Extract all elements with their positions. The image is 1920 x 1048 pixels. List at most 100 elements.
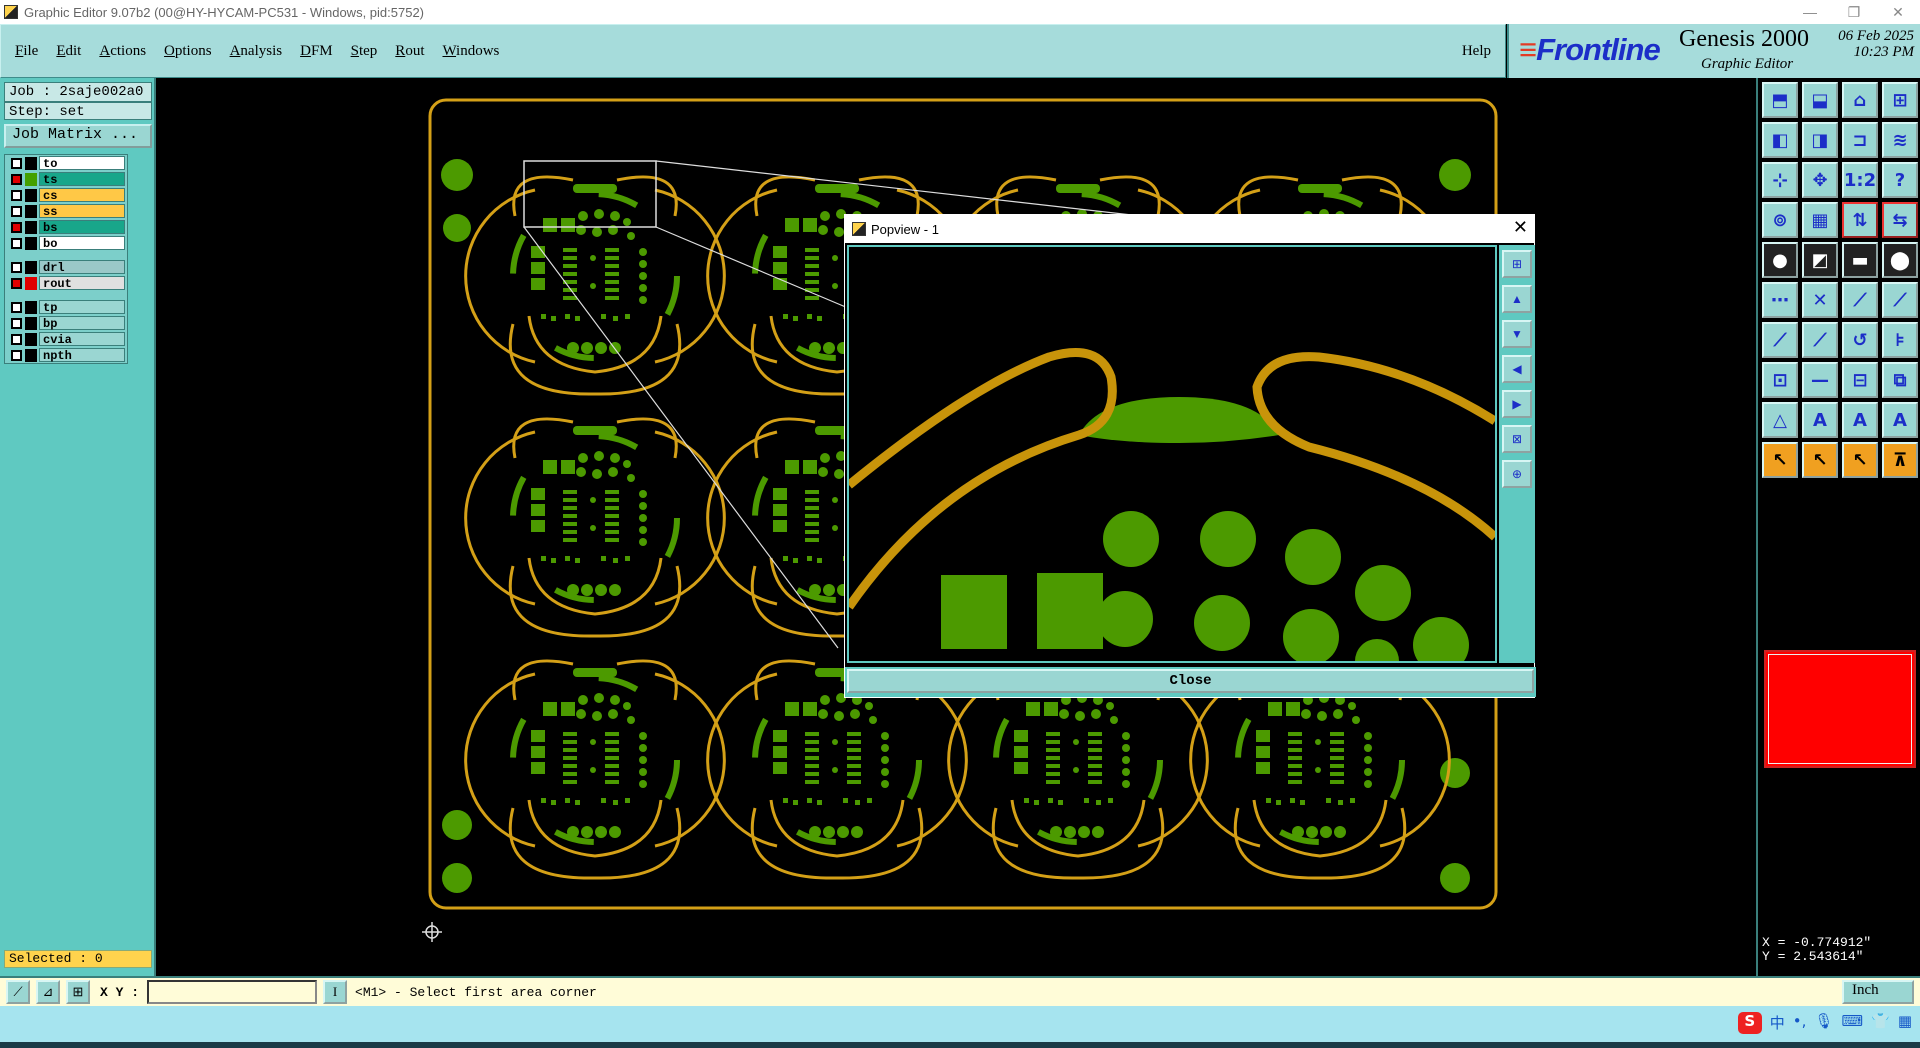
layer-name[interactable]: cs	[39, 188, 125, 203]
tool-pad-icon[interactable]: ●	[1762, 242, 1798, 278]
layer-color-swatch[interactable]	[25, 260, 37, 274]
apps-icon[interactable]: ▦	[1898, 1012, 1912, 1034]
layer-checkbox[interactable]	[11, 277, 22, 289]
unit-selector[interactable]: Inch	[1842, 980, 1914, 1004]
menu-dfm[interactable]: DFM	[300, 43, 333, 60]
layer-name[interactable]: to	[39, 156, 125, 171]
popview-close-button[interactable]: Close	[847, 669, 1534, 693]
tool-pointer4-icon[interactable]: ⊼	[1882, 442, 1918, 478]
minimize-icon[interactable]: —	[1788, 0, 1832, 24]
skin-icon[interactable]: 👕	[1871, 1012, 1890, 1034]
tool-select-icon[interactable]: ⊡	[1762, 362, 1798, 398]
layer-checkbox[interactable]	[11, 157, 22, 169]
layer-row-drl[interactable]: drl	[7, 259, 125, 275]
popview-left-icon[interactable]: ◀	[1502, 355, 1532, 383]
popview-up-icon[interactable]: ▲	[1502, 285, 1532, 313]
restore-icon[interactable]: ❐	[1832, 0, 1876, 24]
layer-name[interactable]: npth	[39, 348, 125, 363]
tool-swap-icon[interactable]: ⇆	[1882, 202, 1918, 238]
popview-down-icon[interactable]: ▼	[1502, 320, 1532, 348]
tool-dim-icon[interactable]: ⊟	[1842, 362, 1878, 398]
popview-zoom-in-icon[interactable]: ⊕	[1502, 460, 1532, 488]
layer-color-swatch[interactable]	[25, 188, 37, 202]
xy-input[interactable]	[147, 980, 318, 1004]
layer-checkbox[interactable]	[11, 189, 22, 201]
menu-help[interactable]: Help	[1462, 43, 1491, 60]
layer-row-to[interactable]: to	[7, 155, 125, 171]
layer-name[interactable]: ts	[39, 172, 125, 187]
menu-step[interactable]: Step	[351, 43, 378, 60]
tool-grid-icon[interactable]: ▦	[1802, 202, 1838, 238]
menu-analysis[interactable]: Analysis	[230, 43, 283, 60]
ime-lang-icon[interactable]: 中	[1770, 1012, 1785, 1034]
tool-ruler-icon[interactable]: ▬	[1842, 242, 1878, 278]
popview-close-icon[interactable]: ✕	[1513, 217, 1528, 238]
layer-row-bo[interactable]: bo	[7, 235, 125, 251]
tool-text3-icon[interactable]: A	[1882, 402, 1918, 438]
layer-color-swatch[interactable]	[25, 156, 37, 170]
layer-name[interactable]: tp	[39, 300, 125, 315]
tool-align-icon[interactable]: ⊧	[1882, 322, 1918, 358]
popview-canvas[interactable]	[845, 245, 1499, 683]
job-matrix-button[interactable]: Job Matrix ...	[4, 124, 152, 148]
layer-row-cvia[interactable]: cvia	[7, 331, 125, 347]
tool-circle-icon[interactable]: ⬤	[1882, 242, 1918, 278]
menu-options[interactable]: Options	[164, 43, 212, 60]
layer-row-rout[interactable]: rout	[7, 275, 125, 291]
tool-fill-icon[interactable]: ◩	[1802, 242, 1838, 278]
tool-save-icon[interactable]: ⬓	[1802, 82, 1838, 118]
tool-net-icon[interactable]: ⋯	[1762, 282, 1798, 318]
layer-row-bs[interactable]: bs	[7, 219, 125, 235]
tool-home-icon[interactable]: ⌂	[1842, 82, 1878, 118]
layer-checkbox[interactable]	[11, 173, 22, 185]
info-icon[interactable]: I	[323, 980, 348, 1004]
active-color-swatch[interactable]	[1764, 650, 1916, 768]
tool-right-icon[interactable]: ◨	[1802, 122, 1838, 158]
tool-scale-icon[interactable]: 1:2	[1842, 162, 1878, 198]
layer-color-swatch[interactable]	[25, 204, 37, 218]
layer-color-swatch[interactable]	[25, 172, 37, 186]
tool-pointer2-icon[interactable]: ↖	[1802, 442, 1838, 478]
menu-file[interactable]: File	[15, 43, 38, 60]
tool-fit-icon[interactable]: ⊹	[1762, 162, 1798, 198]
tool-help-icon[interactable]: ?	[1882, 162, 1918, 198]
tool-text-icon[interactable]: A	[1802, 402, 1838, 438]
punct-icon[interactable]: •,	[1793, 1012, 1807, 1034]
tool-drill-icon[interactable]: ⊚	[1762, 202, 1798, 238]
menu-edit[interactable]: Edit	[56, 43, 81, 60]
layer-checkbox[interactable]	[11, 317, 22, 329]
layer-color-swatch[interactable]	[25, 220, 37, 234]
tool-sort-icon[interactable]: ⇅	[1842, 202, 1878, 238]
tool-rotate-icon[interactable]: ↺	[1842, 322, 1878, 358]
tool-dash-icon[interactable]: —	[1802, 362, 1838, 398]
tool-stack-icon[interactable]: ≋	[1882, 122, 1918, 158]
layer-color-swatch[interactable]	[25, 332, 37, 346]
tool-cross-icon[interactable]: ✕	[1802, 282, 1838, 318]
tool-left-icon[interactable]: ◧	[1762, 122, 1798, 158]
tool-copy-icon[interactable]: ⧉	[1882, 362, 1918, 398]
layer-row-ss[interactable]: ss	[7, 203, 125, 219]
tool-edit-icon[interactable]: ⟋	[1802, 322, 1838, 358]
tool-pointer-icon[interactable]: ↖	[1762, 442, 1798, 478]
layer-row-ts[interactable]: ts	[7, 171, 125, 187]
layer-checkbox[interactable]	[11, 349, 22, 361]
tool-line2-icon[interactable]: ⟋	[1882, 282, 1918, 318]
layer-color-swatch[interactable]	[25, 300, 37, 314]
sogou-ime-icon[interactable]: S	[1737, 1012, 1762, 1034]
popview-tool-icon[interactable]: ⊞	[1502, 250, 1532, 278]
layer-checkbox[interactable]	[11, 221, 22, 233]
layer-name[interactable]: bs	[39, 220, 125, 235]
tool-line-icon[interactable]: ⟋	[1842, 282, 1878, 318]
tool-route-icon[interactable]: ⊐	[1842, 122, 1878, 158]
menu-windows[interactable]: Windows	[442, 43, 499, 60]
layer-checkbox[interactable]	[11, 261, 22, 273]
menu-rout[interactable]: Rout	[395, 43, 424, 60]
layer-name[interactable]: bo	[39, 236, 125, 251]
layer-name[interactable]: drl	[39, 260, 125, 275]
layer-color-swatch[interactable]	[25, 348, 37, 362]
tool-draw-icon[interactable]: ⟋	[1762, 322, 1798, 358]
tool-pointer3-icon[interactable]: ↖	[1842, 442, 1878, 478]
layer-color-swatch[interactable]	[25, 236, 37, 250]
layer-color-swatch[interactable]	[25, 316, 37, 330]
layer-checkbox[interactable]	[11, 237, 22, 249]
